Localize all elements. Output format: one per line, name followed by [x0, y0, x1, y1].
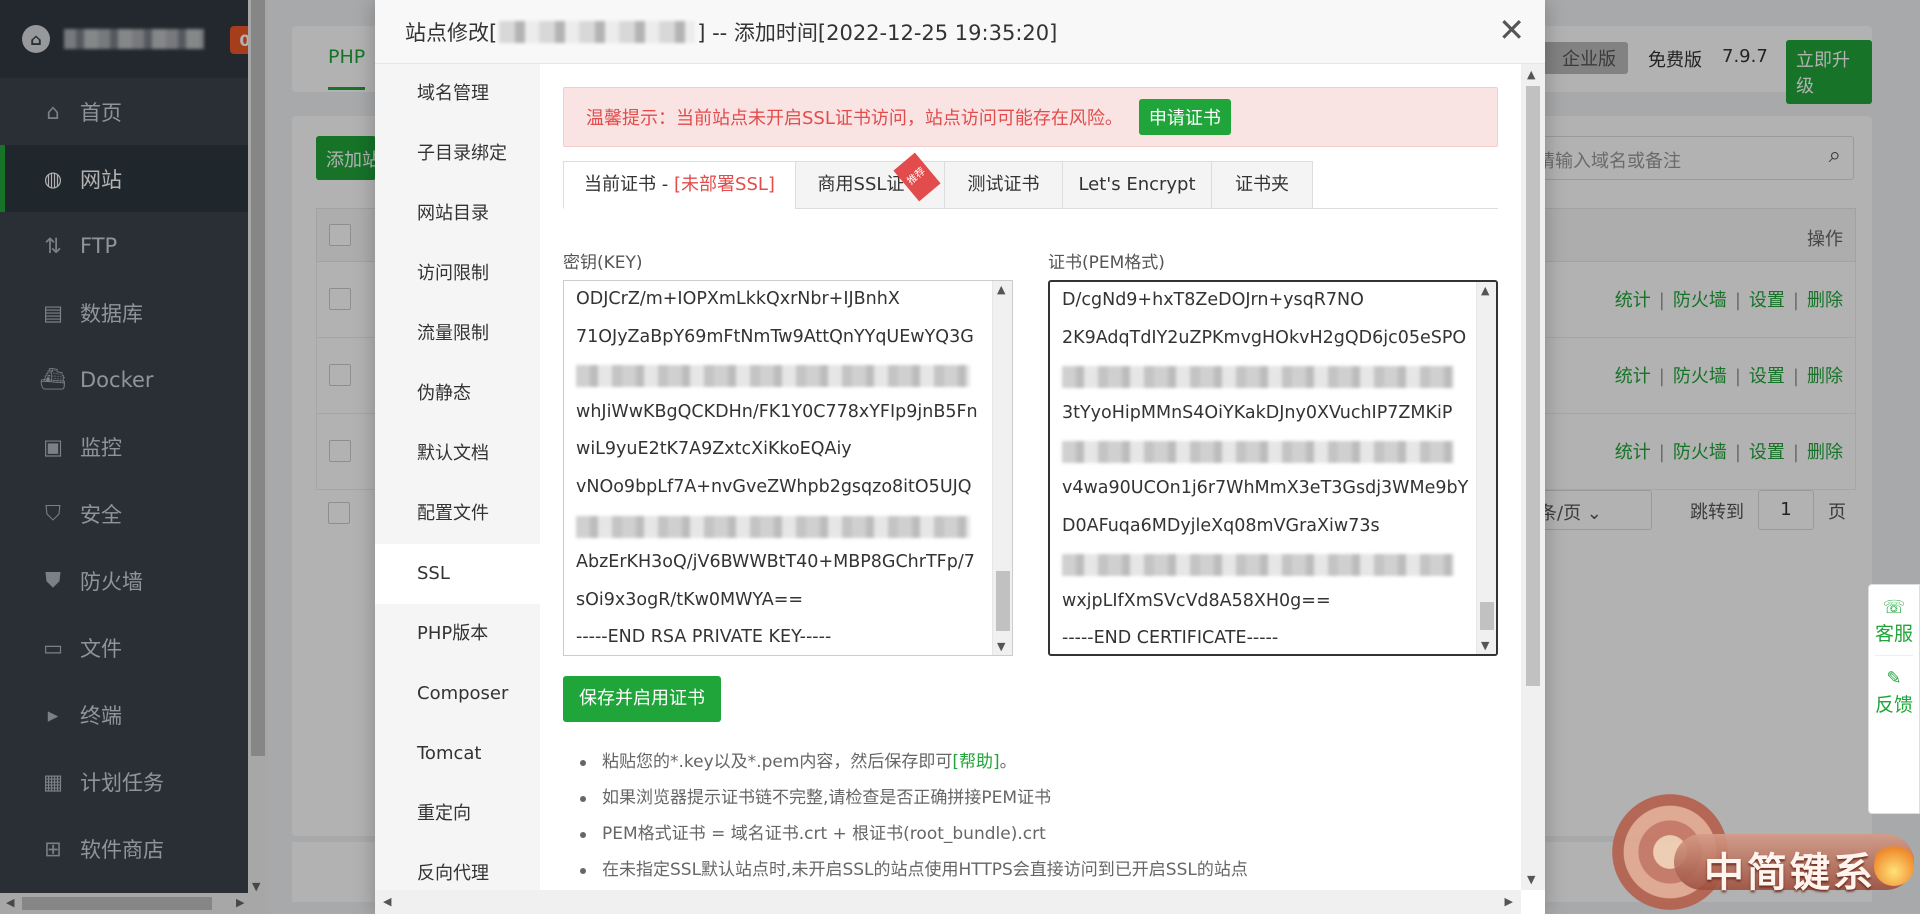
edit-icon: ✎: [1886, 668, 1902, 689]
modal-menu-item[interactable]: 重定向: [375, 784, 540, 844]
text-line: ODJCrZ/m+IOPXmLkkQxrNbr+IJBnhX: [576, 289, 900, 309]
text-line: 3tYyoHipMMnS4OiYKakDJny0XVuchIP7ZMKiP: [1062, 402, 1453, 423]
save-enable-cert-button[interactable]: 保存并启用证书: [563, 676, 721, 722]
text-line: 2K9AdqTdIY2uZPKmvgHOkvH2gQD6jc05eSPO: [1062, 327, 1467, 348]
scroll-down-arrow[interactable]: ▼: [1527, 873, 1535, 886]
modal-menu-item[interactable]: Composer: [375, 664, 540, 724]
redacted-line: [564, 507, 1012, 545]
tip-item: 如果浏览器提示证书链不完整,请检查是否正确拼接PEM证书: [580, 780, 1248, 816]
modal-menu-item[interactable]: 伪静态: [375, 364, 540, 424]
modal-menu-item[interactable]: 域名管理: [375, 64, 540, 124]
scroll-up-arrow[interactable]: ▲: [1481, 284, 1489, 297]
modal-menu-item[interactable]: 流量限制: [375, 304, 540, 364]
customer-service-label: 客服: [1874, 623, 1913, 645]
redacted-line: [1050, 545, 1496, 583]
tab-current-prefix: 当前证书 -: [584, 174, 674, 195]
service-panel: ☏ 客服 ✎ 反馈: [1868, 584, 1920, 814]
tip-text: 。: [999, 752, 1017, 772]
modal-title-suffix: ] -- 添加时间[2022-12-25 19:35:20]: [697, 20, 1058, 45]
scroll-left-arrow[interactable]: ◀: [383, 895, 391, 908]
modal-menu-item[interactable]: 网站目录: [375, 184, 540, 244]
modal-side-menu: 域名管理 子目录绑定 网站目录 访问限制 流量限制 伪静态 默认文档 配置文件 SSL PHP版本…: [375, 64, 540, 890]
site-edit-modal: 站点修改[ ] -- 添加时间[2022-12-25 19:35:20] ✕ 域…: [375, 0, 1545, 914]
modal-menu-item[interactable]: PHP版本: [375, 604, 540, 664]
tip-item: PEM格式证书 = 域名证书.crt + 根证书(root_bundle).cr…: [580, 816, 1248, 852]
tip-item: 在未指定SSL默认站点时,未开启SSL的站点使用HTTPS会直接访问到已开启SS…: [580, 852, 1248, 888]
modal-scrollbar-horizontal[interactable]: ◀ ▶: [375, 890, 1521, 914]
modal-menu-item[interactable]: 反向代理: [375, 844, 540, 890]
modal-menu-item[interactable]: Tomcat: [375, 724, 540, 784]
text-line: v4wa90UCOn1j6r7WhMmX3eT3Gsdj3WMe9bY: [1062, 477, 1469, 498]
text-line: whJiWwKBgQCKDHn/FK1Y0C778xYFIp9jnB5Fn: [576, 401, 978, 422]
help-link[interactable]: [帮助]: [952, 752, 999, 772]
ssl-tabs: 当前证书 - [未部署SSL] 商用SSL证书 推荐 测试证书 Let's En…: [563, 152, 1498, 209]
scrollbar-thumb[interactable]: [996, 571, 1010, 631]
scroll-down-arrow[interactable]: ▼: [997, 640, 1005, 653]
ssl-tips-list: 粘贴您的*.key以及*.pem内容，然后保存即可[帮助]。 如果浏览器提示证书…: [580, 744, 1248, 888]
ssl-status-label: [未部署SSL]: [674, 174, 775, 195]
apply-cert-button[interactable]: 申请证书: [1138, 99, 1231, 135]
customer-service-button[interactable]: ☏ 客服: [1869, 585, 1919, 645]
modal-menu-item[interactable]: SSL: [375, 544, 540, 604]
text-line: -----END CERTIFICATE-----: [1062, 628, 1279, 649]
redacted-line: [1050, 357, 1496, 395]
modal-menu-item[interactable]: 默认文档: [375, 424, 540, 484]
scroll-down-arrow[interactable]: ▼: [1481, 639, 1489, 652]
modal-header: 站点修改[ ] -- 添加时间[2022-12-25 19:35:20] ✕: [375, 0, 1545, 64]
ssl-panel: 温馨提示：当前站点未开启SSL证书访问，站点访问可能存在风险。 申请证书 当前证…: [540, 64, 1521, 890]
ssl-warning-banner: 温馨提示：当前站点未开启SSL证书访问，站点访问可能存在风险。 申请证书: [563, 87, 1498, 147]
text-line: -----END RSA PRIVATE KEY-----: [576, 627, 832, 648]
text-line: AbzErKH3oQ/jV6BWWBtT40+MBP8GChrTFp/7: [576, 552, 975, 573]
cert-textarea-scrollbar[interactable]: ▲ ▼: [1476, 282, 1496, 654]
tip-text: 粘贴您的*.key以及*.pem内容，然后保存即可: [602, 752, 953, 772]
watermark-text: 中简键系: [1704, 850, 1876, 896]
watermark-logo: 中简键系: [1612, 790, 1920, 914]
text-line: vNOo9bpLf7A+nvGveZWhpb2gsqzo8itO5UJQ: [576, 476, 972, 497]
key-textarea-scrollbar[interactable]: ▲ ▼: [992, 281, 1012, 655]
text-line: sOi9x3ogR/tKw0MWYA==: [576, 589, 804, 610]
text-line: wiL9yuE2tK7A9ZxtcXiKkoEQAiy: [576, 439, 852, 460]
redacted-site-name: [499, 20, 696, 43]
scroll-right-arrow[interactable]: ▶: [1505, 895, 1513, 908]
tab-lets-encrypt[interactable]: Let's Encrypt: [1062, 161, 1212, 209]
warning-text: 温馨提示：当前站点未开启SSL证书访问，站点访问可能存在风险。: [586, 108, 1123, 129]
text-line: D0AFuqa6MDyjleXq08mVGraXiw73s: [1062, 515, 1380, 536]
modal-menu-item[interactable]: 配置文件: [375, 484, 540, 544]
scroll-up-arrow[interactable]: ▲: [997, 283, 1005, 296]
feedback-button[interactable]: ✎ 反馈: [1869, 656, 1919, 716]
private-key-textarea[interactable]: ODJCrZ/m+IOPXmLkkQxrNbr+IJBnhX 71OJyZaBpY…: [563, 280, 1013, 656]
redacted-line: [564, 356, 1012, 394]
modal-menu-item[interactable]: 访问限制: [375, 244, 540, 304]
tab-test-cert[interactable]: 测试证书: [944, 161, 1063, 209]
cert-label: 证书(PEM格式): [1048, 253, 1165, 273]
feedback-label: 反馈: [1874, 694, 1913, 716]
close-icon[interactable]: ✕: [1498, 14, 1525, 46]
redacted-line: [1050, 432, 1496, 470]
tip-item: 粘贴您的*.key以及*.pem内容，然后保存即可[帮助]。: [580, 744, 1248, 780]
text-line: 71OJyZaBpY69mFtNmTw9AttQnYYqUEwYQ3G: [576, 326, 974, 347]
tab-current-cert[interactable]: 当前证书 - [未部署SSL]: [563, 161, 796, 209]
modal-menu-item[interactable]: 子目录绑定: [375, 124, 540, 184]
tab-cert-folder[interactable]: 证书夹: [1211, 161, 1313, 209]
modal-title-prefix: 站点修改[: [405, 20, 498, 45]
key-label: 密钥(KEY): [563, 253, 643, 273]
scroll-up-arrow[interactable]: ▲: [1527, 68, 1535, 81]
certificate-textarea[interactable]: D/cgNd9+hxT8ZeDOJrn+ysqR7NO 2K9AdqTdIY2uZ…: [1048, 280, 1498, 656]
headset-icon: ☏: [1882, 597, 1906, 618]
scrollbar-thumb[interactable]: [1480, 602, 1494, 630]
text-line: wxjpLIfXmSVcVd8A58XH0g==: [1062, 590, 1331, 611]
text-line: D/cgNd9+hxT8ZeDOJrn+ysqR7NO: [1062, 290, 1364, 310]
scrollbar-thumb[interactable]: [1526, 86, 1540, 686]
modal-scrollbar-vertical[interactable]: ▲ ▼: [1521, 64, 1545, 890]
